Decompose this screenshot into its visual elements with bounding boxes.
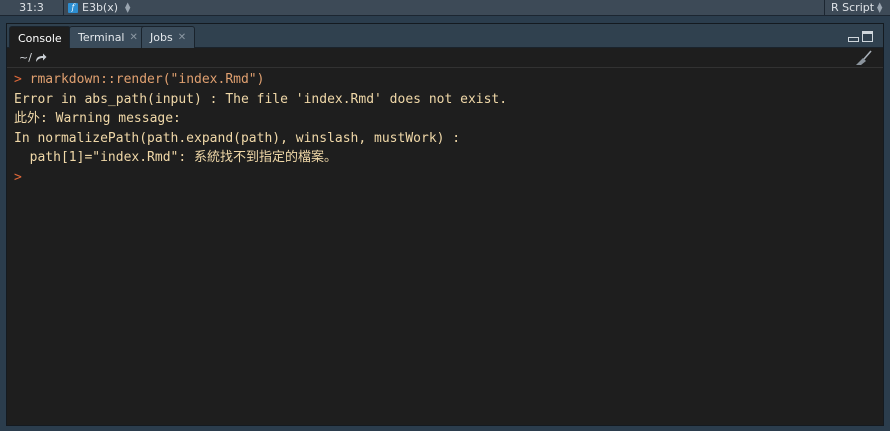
pane-tab-bar: Console Terminal ✕ Jobs ✕ — [7, 24, 883, 49]
tab-label: Console — [18, 31, 62, 45]
console-line: path[1]="index.Rmd": 系統找不到指定的檔案。 — [14, 148, 876, 168]
console-output-text: 此外: Warning message: — [14, 111, 181, 126]
function-icon: f — [68, 2, 78, 13]
clear-console-broom-icon[interactable] — [855, 50, 873, 66]
file-type-selector[interactable]: R Script ▲ ▼ — [824, 0, 890, 15]
editor-status-bar: 31:3 f E3b(x) ▲ ▼ R Script ▲ ▼ — [0, 0, 890, 16]
working-dir-label: ~/ — [19, 51, 32, 64]
maximize-icon[interactable] — [862, 31, 873, 42]
console-line: 此外: Warning message: — [14, 109, 876, 129]
tab-console[interactable]: Console — [9, 26, 71, 49]
console-command: rmarkdown::render("index.Rmd") — [21, 72, 265, 87]
console-output[interactable]: > rmarkdown::render("index.Rmd") Error in… — [14, 70, 876, 187]
console-output-text: Error in abs_path(input) : The file 'ind… — [14, 91, 508, 107]
close-icon[interactable]: ✕ — [130, 27, 138, 48]
function-name: E3b(x) — [82, 1, 119, 14]
updown-arrows-icon: ▲ ▼ — [877, 0, 883, 14]
console-output-text: In normalizePath(path.expand(path), wins… — [14, 130, 461, 146]
console-output-text: path[1]="index.Rmd": 系統找不到指定的檔案。 — [14, 150, 338, 165]
tab-label: Terminal — [78, 31, 125, 44]
console-scrollbar[interactable] — [875, 68, 883, 425]
console-line: In normalizePath(path.expand(path), wins… — [14, 129, 876, 149]
updown-arrows-icon: ▲ ▼ — [125, 0, 131, 14]
file-type-label: R Script — [831, 1, 875, 14]
tab-terminal[interactable]: Terminal ✕ — [69, 26, 147, 48]
console-prompt: > — [14, 72, 22, 87]
console-prompt: > — [14, 169, 22, 185]
close-icon[interactable]: ✕ — [178, 27, 186, 48]
cursor-position[interactable]: 31:3 — [0, 0, 64, 15]
tab-jobs[interactable]: Jobs ✕ — [141, 26, 196, 48]
console-pane: Console Terminal ✕ Jobs ✕ ~/ > rmarkdown… — [6, 23, 884, 426]
function-navigator[interactable]: f E3b(x) ▲ ▼ — [68, 0, 130, 15]
pane-window-controls — [848, 31, 873, 42]
console-toolbar: ~/ — [7, 48, 883, 68]
minimize-icon[interactable] — [848, 37, 859, 42]
console-line: Error in abs_path(input) : The file 'ind… — [14, 90, 876, 110]
console-line: > — [14, 168, 876, 188]
go-to-directory-icon[interactable] — [35, 53, 47, 63]
tab-label: Jobs — [150, 31, 173, 44]
working-directory: ~/ — [19, 50, 47, 66]
console-line: > rmarkdown::render("index.Rmd") — [14, 70, 876, 90]
